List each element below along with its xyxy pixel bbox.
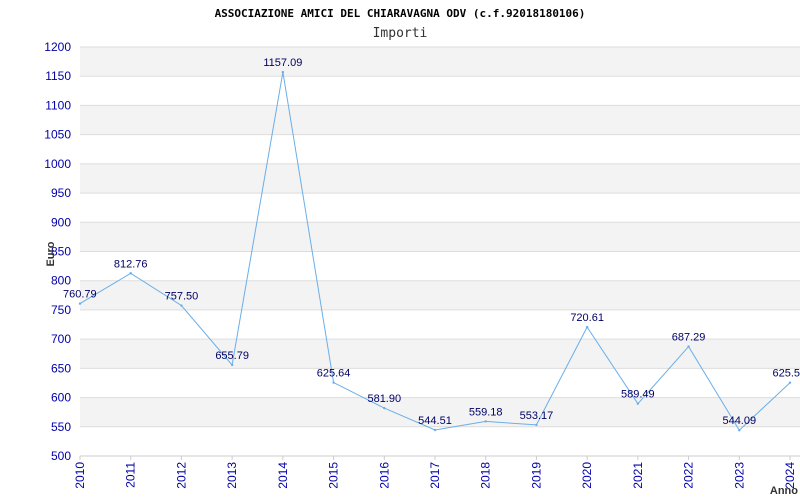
y-tick-label: 1200 — [44, 40, 71, 54]
data-label: 760.79 — [63, 289, 97, 301]
data-label: 1157.09 — [263, 57, 302, 69]
y-tick-label: 950 — [51, 186, 71, 200]
y-tick-label: 550 — [51, 420, 71, 434]
y-tick-label: 1150 — [45, 69, 71, 83]
data-label: 544.09 — [722, 415, 756, 427]
chart-subtitle: Importi — [373, 26, 428, 41]
x-tick-label: 2013 — [225, 462, 239, 489]
data-point — [78, 302, 82, 305]
y-tick-label: 600 — [51, 391, 71, 405]
data-point — [687, 345, 690, 348]
data-label: 544.51 — [418, 415, 452, 427]
grid-band — [80, 163, 800, 194]
data-label: 687.29 — [672, 332, 706, 344]
x-tick-label: 2018 — [479, 462, 493, 489]
x-tick-label: 2011 — [124, 462, 138, 488]
grid-band — [80, 47, 800, 77]
x-tick-label: 2021 — [631, 462, 645, 489]
y-tick-label: 650 — [51, 361, 71, 375]
x-axis-ticks: 2010 2011 2012 2013 2014 2015 2016 2017 2018 2019… — [73, 462, 797, 489]
x-tick-label: 2010 — [73, 462, 87, 489]
y-tick-label: 800 — [51, 274, 71, 288]
x-tick-label: 2020 — [580, 462, 594, 489]
data-point — [535, 423, 538, 427]
x-tick-label: 2015 — [327, 462, 341, 489]
grid-band — [80, 222, 800, 252]
data-point — [180, 304, 183, 307]
data-point — [585, 325, 589, 329]
y-tick-label: 500 — [51, 449, 71, 463]
x-tick-label: 2022 — [682, 462, 696, 489]
y-tick-label: 900 — [51, 215, 71, 229]
data-label: 559.18 — [469, 406, 503, 418]
data-label: 581.90 — [367, 393, 401, 405]
data-label: 720.61 — [570, 312, 604, 324]
data-point — [129, 272, 132, 275]
chart-title: ASSOCIAZIONE AMICI DEL CHIARAVAGNA ODV (… — [215, 7, 586, 20]
grid-band — [80, 105, 800, 135]
data-point — [383, 406, 386, 410]
y-tick-label: 1000 — [44, 157, 71, 171]
y-tick-label: 700 — [51, 332, 71, 346]
data-point — [484, 420, 487, 423]
data-point — [636, 402, 640, 405]
data-label: 589.49 — [621, 389, 655, 401]
data-point — [332, 381, 335, 384]
data-label: 655.79 — [215, 350, 249, 362]
data-label: 812.76 — [114, 258, 148, 270]
line-chart: ASSOCIAZIONE AMICI DEL CHIARAVAGNA ODV (… — [44, 7, 800, 497]
x-tick-label: 2023 — [732, 462, 746, 489]
data-point — [230, 363, 234, 367]
x-tick-label: 2012 — [174, 462, 188, 489]
x-tick-label: 2017 — [428, 462, 442, 489]
y-tick-label: 1100 — [45, 98, 71, 112]
data-label: 757.50 — [165, 291, 199, 303]
data-label: 625.64 — [317, 368, 351, 380]
x-tick-label: 2014 — [276, 462, 290, 489]
y-tick-label: 750 — [51, 303, 71, 317]
data-point — [281, 70, 285, 74]
data-label: 553.17 — [520, 410, 554, 422]
grid-bands — [80, 47, 800, 427]
y-tick-label: 1050 — [44, 128, 71, 142]
y-axis-label: Euro — [45, 241, 57, 266]
data-point — [433, 428, 437, 432]
data-point — [788, 381, 792, 384]
x-axis-label: Anno — [770, 485, 798, 497]
x-tick-label: 2016 — [377, 462, 391, 489]
data-label: 625.5 — [772, 368, 800, 380]
x-tick-label: 2019 — [529, 462, 543, 489]
data-point — [738, 429, 741, 432]
